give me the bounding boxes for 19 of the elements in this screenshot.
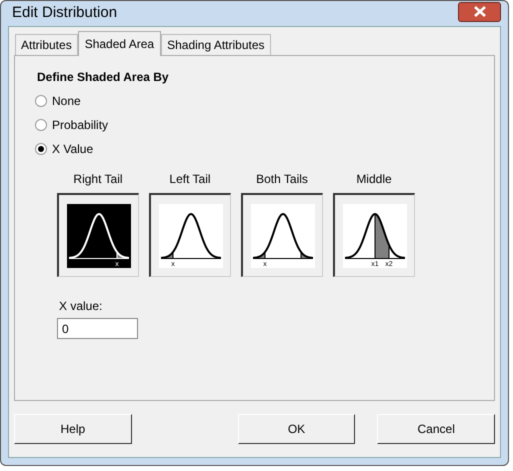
ok-button[interactable]: OK [238, 414, 356, 444]
group-label: Define Shaded Area By [37, 69, 170, 86]
close-icon [474, 6, 486, 17]
close-button[interactable] [458, 2, 501, 22]
x-value-label: X value: [59, 298, 104, 315]
shading-type-label: Middle [356, 171, 392, 188]
window-title: Edit Distribution [11, 3, 118, 24]
cancel-button[interactable]: Cancel [377, 414, 496, 444]
radio-option[interactable]: None [35, 92, 81, 110]
tab[interactable]: Attributes [15, 34, 78, 55]
help-button[interactable]: Help [14, 414, 132, 444]
radio-option[interactable]: X Value [35, 140, 94, 158]
shading-type-label: Both Tails [256, 171, 308, 188]
x-value-field[interactable]: 0 [57, 318, 138, 339]
tab[interactable]: Shaded Area [78, 31, 162, 56]
tab[interactable]: Shading Attributes [161, 34, 271, 55]
shading-type-label: Right Tail [73, 171, 123, 188]
shading-type-label: Left Tail [169, 171, 211, 188]
radio-option[interactable]: Probability [35, 116, 108, 134]
